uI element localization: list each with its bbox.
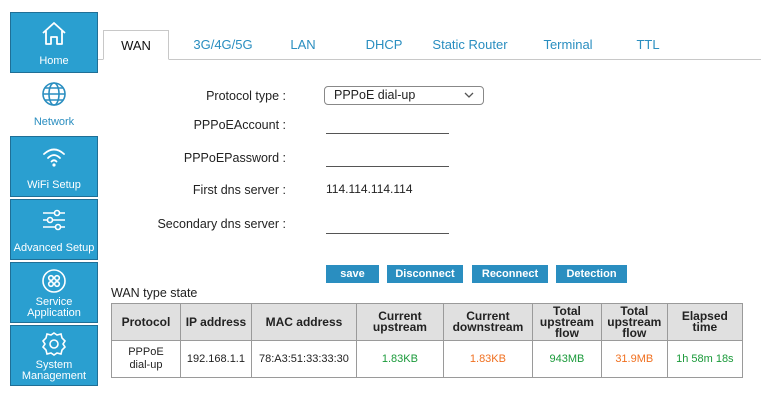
sidebar-item-label: System Management	[11, 360, 97, 382]
protocol-type-value: PPPoE dial-up	[334, 88, 416, 102]
col-current-downstream: Current downstream	[442, 303, 533, 341]
tab-wan[interactable]: WAN	[103, 30, 169, 60]
detection-button[interactable]: Detection	[556, 265, 627, 283]
col-current-upstream: Current upstream	[355, 303, 444, 341]
pppoe-account-label: PPPoEAccount :	[193, 118, 286, 132]
tab-bar: WAN 3G/4G/5G LAN DHCP Static Router Term…	[98, 30, 761, 60]
table-header-row: Protocol IP address MAC address Current u…	[111, 303, 744, 341]
header-line: flow	[622, 325, 647, 340]
col-elapsed-time: Elapsed time	[666, 303, 744, 341]
apps-icon	[11, 267, 97, 295]
cell-mac-address: 78:A3:51:33:33:30	[250, 340, 357, 378]
sidebar-item-label: Service Application	[11, 297, 97, 319]
home-icon	[11, 19, 97, 47]
tab-lan[interactable]: LAN	[280, 30, 326, 59]
disconnect-button[interactable]: Disconnect	[387, 265, 463, 283]
sidebar-item-label: Advanced Setup	[13, 242, 95, 254]
cell-protocol: PPPoE dial-up	[111, 340, 181, 378]
tab-static-router[interactable]: Static Router	[428, 30, 512, 59]
sidebar-item-system-management[interactable]: System Management	[10, 325, 98, 386]
table-row: PPPoE dial-up 192.168.1.1 78:A3:51:33:33:…	[111, 340, 744, 378]
protocol-type-label: Protocol type :	[206, 89, 286, 103]
tab-ttl[interactable]: TTL	[628, 30, 668, 59]
globe-icon	[11, 80, 97, 108]
col-ip-address: IP address	[179, 303, 252, 341]
save-button[interactable]: save	[326, 265, 379, 283]
cell-total-upstream-flow-2: 31.9MB	[600, 340, 668, 378]
pppoe-account-field[interactable]	[326, 115, 449, 134]
sidebar-item-service-application[interactable]: Service Application	[10, 262, 98, 323]
sidebar-item-wifi-setup[interactable]: WiFi Setup	[10, 136, 98, 197]
header-line: downstream	[452, 320, 524, 334]
label-line: Application	[27, 307, 81, 319]
first-dns-label: First dns server :	[192, 183, 286, 197]
header-line: upstream	[372, 320, 427, 334]
sidebar: Home Network WiFi Setup Advanced Setup S…	[10, 12, 98, 386]
col-total-upstream-flow: Total upstream flow	[531, 303, 602, 341]
sidebar-item-network[interactable]: Network	[10, 73, 98, 134]
chevron-down-icon	[463, 89, 475, 106]
cell-elapsed-time: 1h 58m 18s	[666, 340, 744, 378]
first-dns-field[interactable]	[326, 180, 449, 198]
wan-state-table: Protocol IP address MAC address Current u…	[111, 303, 744, 378]
gear-icon	[11, 330, 97, 358]
pppoe-password-label: PPPoEPassword :	[183, 151, 286, 165]
protocol-type-select[interactable]: PPPoE dial-up	[324, 86, 484, 105]
wan-type-state-title: WAN type state	[111, 286, 198, 300]
secondary-dns-label: Secondary dns server :	[157, 217, 286, 231]
col-mac-address: MAC address	[250, 303, 357, 341]
sidebar-item-home[interactable]: Home	[10, 12, 98, 73]
tab-dhcp[interactable]: DHCP	[360, 30, 408, 59]
sidebar-item-advanced-setup[interactable]: Advanced Setup	[10, 199, 98, 260]
sidebar-item-label: WiFi Setup	[27, 179, 81, 191]
secondary-dns-field[interactable]	[326, 215, 449, 234]
tab-terminal[interactable]: Terminal	[538, 30, 598, 59]
col-total-upstream-flow-2: Total upstream flow	[600, 303, 668, 341]
sliders-icon	[11, 206, 97, 234]
cell-line: dial-up	[129, 359, 163, 371]
wifi-icon	[11, 143, 97, 171]
reconnect-button[interactable]: Reconnect	[472, 265, 548, 283]
cell-line: PPPoE	[128, 346, 164, 358]
cell-current-downstream: 1.83KB	[442, 340, 533, 378]
cell-current-upstream: 1.83KB	[355, 340, 444, 378]
cell-total-upstream-flow: 943MB	[531, 340, 602, 378]
sidebar-item-label: Network	[33, 116, 75, 128]
pppoe-password-field[interactable]	[326, 148, 449, 167]
sidebar-item-label: Home	[39, 55, 69, 67]
col-protocol: Protocol	[111, 303, 181, 341]
header-line: flow	[554, 325, 579, 340]
tab-3g-4g-5g[interactable]: 3G/4G/5G	[186, 30, 260, 59]
cell-ip-address: 192.168.1.1	[179, 340, 252, 378]
label-line: Management	[21, 370, 87, 382]
